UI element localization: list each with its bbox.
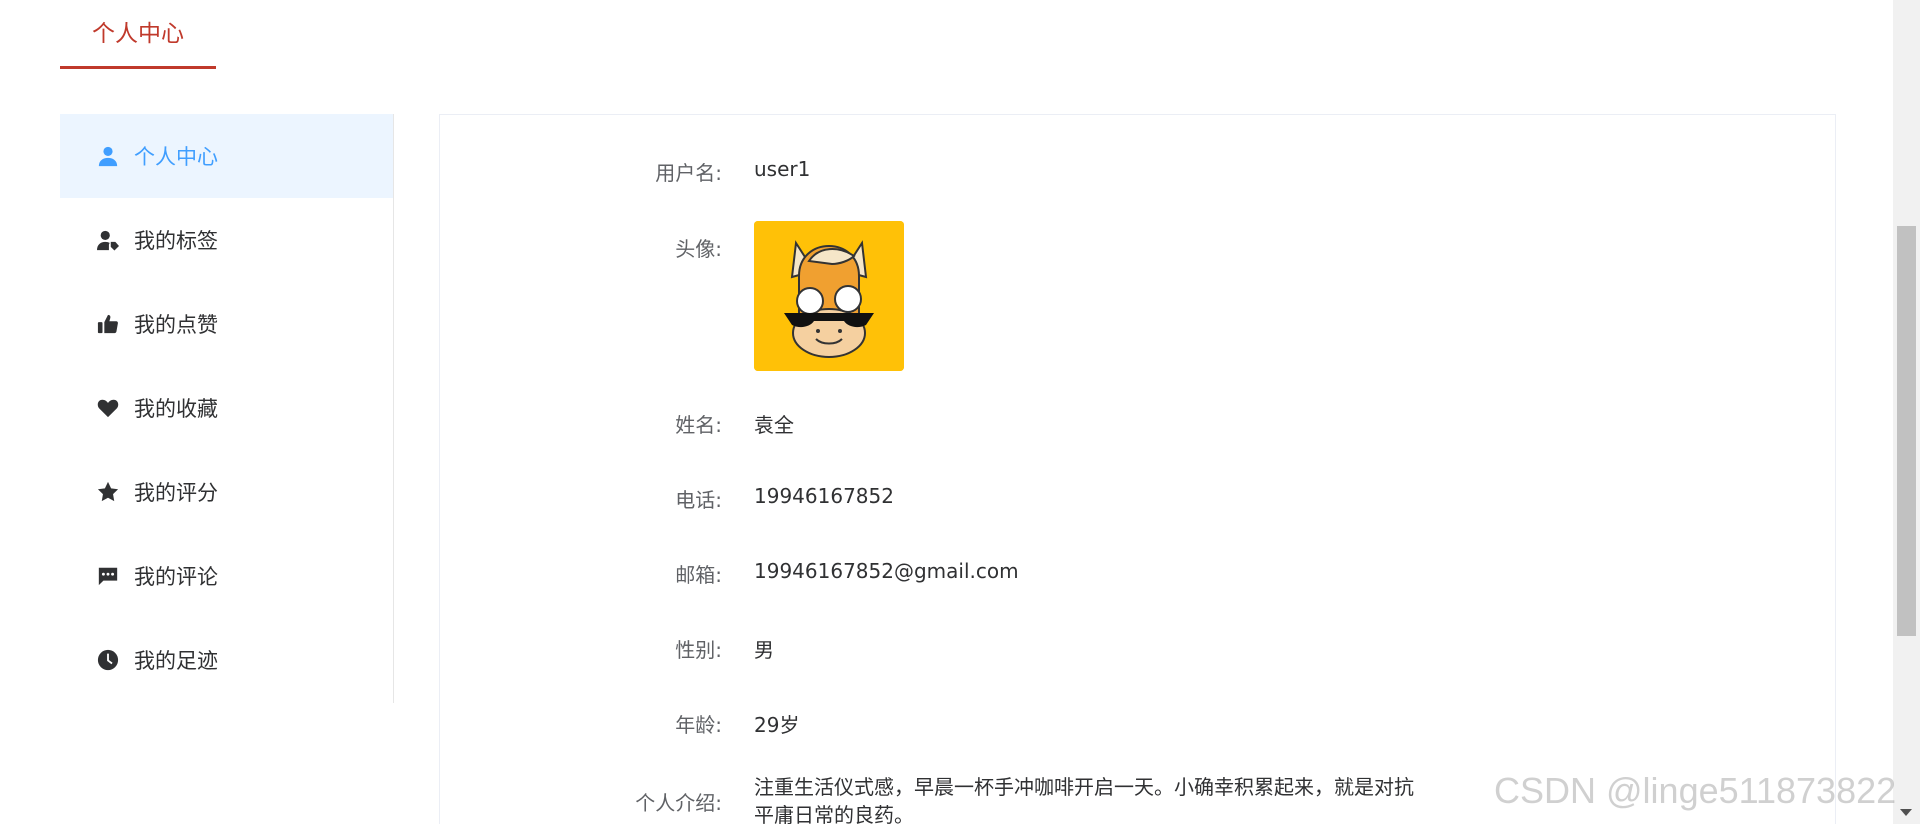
scroll-down-arrow-icon[interactable] [1900, 809, 1912, 816]
horse-avatar-icon [754, 221, 904, 371]
sidebar-item-my-footprints[interactable]: 我的足迹 [60, 618, 393, 702]
thumbs-up-icon [96, 312, 120, 336]
email-value: 19946167852@gmail.com [754, 559, 1019, 583]
sidebar-item-label: 个人中心 [134, 145, 218, 169]
avatar [754, 221, 904, 371]
vertical-scrollbar[interactable] [1893, 0, 1920, 824]
sidebar-item-my-favorites[interactable]: 我的收藏 [60, 366, 393, 450]
clock-icon [96, 648, 120, 672]
field-age: 年龄: 29岁 [440, 709, 799, 738]
email-label: 邮箱: [675, 563, 722, 587]
sidebar-item-label: 我的评论 [134, 565, 218, 589]
sidebar-item-label: 我的收藏 [134, 397, 218, 421]
field-phone: 电话: 19946167852 [440, 484, 894, 513]
page: 个人中心 个人中心 我的标签 我的点赞 我的收藏 我的评分 我的评论 我的足迹 … [0, 0, 1920, 824]
sidebar-item-label: 我的标签 [134, 229, 218, 253]
username-label: 用户名: [655, 161, 722, 185]
field-email: 邮箱: 19946167852@gmail.com [440, 559, 1019, 588]
age-label: 年龄: [675, 713, 722, 737]
comment-icon [96, 564, 120, 588]
field-name: 姓名: 袁全 [440, 409, 794, 438]
sidebar-item-label: 我的足迹 [134, 649, 218, 673]
profile-panel: 用户名: user1 头像: 姓名: 袁全 电话: 19946167852 邮箱… [439, 114, 1836, 824]
field-intro: 个人介绍: 注重生活仪式感，早晨一杯手冲咖啡开启一天。小确幸积累起来，就是对抗平… [440, 773, 1414, 824]
tab-label: 个人中心 [92, 21, 184, 47]
sidebar: 个人中心 我的标签 我的点赞 我的收藏 我的评分 我的评论 我的足迹 [60, 114, 394, 703]
sidebar-item-my-likes[interactable]: 我的点赞 [60, 282, 393, 366]
phone-value: 19946167852 [754, 484, 894, 508]
watermark: CSDN @linge511873822 [1494, 770, 1897, 811]
gender-label: 性别: [675, 638, 722, 662]
scrollbar-thumb[interactable] [1897, 226, 1916, 636]
sidebar-item-label: 我的点赞 [134, 313, 218, 337]
star-icon [96, 480, 120, 504]
sidebar-item-personal-center[interactable]: 个人中心 [60, 114, 393, 198]
tab-personal-center[interactable]: 个人中心 [60, 0, 216, 69]
field-gender: 性别: 男 [440, 634, 774, 663]
heart-icon [96, 396, 120, 420]
intro-label: 个人介绍: [635, 791, 722, 815]
field-username: 用户名: user1 [440, 157, 810, 186]
avatar-label: 头像: [675, 237, 722, 261]
age-value: 29岁 [754, 713, 800, 737]
sidebar-item-label: 我的评分 [134, 481, 218, 505]
user-icon [96, 144, 120, 168]
phone-label: 电话: [675, 488, 722, 512]
sidebar-item-my-comments[interactable]: 我的评论 [60, 534, 393, 618]
username-value: user1 [754, 157, 811, 181]
sidebar-item-my-ratings[interactable]: 我的评分 [60, 450, 393, 534]
name-value: 袁全 [754, 413, 794, 437]
sidebar-item-my-tags[interactable]: 我的标签 [60, 198, 393, 282]
intro-value: 注重生活仪式感，早晨一杯手冲咖啡开启一天。小确幸积累起来，就是对抗平庸日常的良药… [754, 775, 1414, 824]
user-tag-icon [96, 228, 120, 252]
field-avatar: 头像: [440, 221, 904, 371]
gender-value: 男 [754, 638, 774, 662]
name-label: 姓名: [675, 413, 722, 437]
